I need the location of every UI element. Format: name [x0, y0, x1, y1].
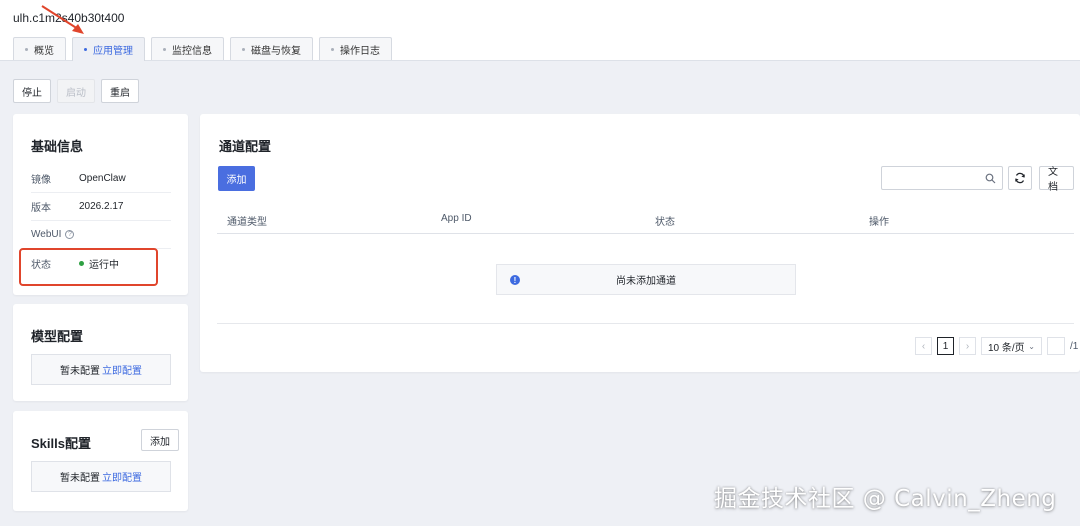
prev-page-button[interactable]: ‹: [915, 337, 932, 355]
page-jump-input[interactable]: [1047, 337, 1065, 355]
basic-info-title: 基础信息: [31, 139, 84, 154]
tab-label: 监控信息: [172, 45, 212, 57]
refresh-icon: [1015, 172, 1025, 184]
page-number-button[interactable]: 1: [937, 337, 954, 355]
chevron-down-icon: ⌄: [1028, 341, 1035, 351]
search-input[interactable]: [881, 166, 1003, 190]
top-bar: ulh.c1m2s40b30t400 概览 应用管理 监控信息 磁盘与恢复 操作…: [0, 0, 1080, 61]
model-empty-text: 暂未配置: [60, 366, 100, 377]
tab-label: 磁盘与恢复: [251, 45, 301, 57]
restart-button[interactable]: 重启: [101, 79, 139, 103]
start-button[interactable]: 启动: [57, 79, 95, 103]
tab-dot: [242, 47, 245, 51]
version-value: 2026.2.17: [79, 201, 124, 212]
webui-label: WebUI: [31, 229, 62, 240]
empty-channels-text: 尚未添加通道: [616, 276, 676, 287]
channel-config-card: 通道配置 添加 文档 通道类型 App ID 状态 操作 ! 尚未添加通道 ‹ …: [200, 114, 1080, 372]
annotation-highlight-box: [19, 248, 158, 286]
column-header: 操作: [869, 217, 889, 228]
channel-config-title: 通道配置: [219, 139, 272, 154]
instance-actions: 停止 启动 重启: [13, 79, 139, 103]
column-header: App ID: [441, 213, 472, 224]
watermark: 掘金技术社区 @ Calvin_Zheng: [714, 486, 1057, 512]
tab-dot: [25, 47, 28, 51]
stop-button[interactable]: 停止: [13, 79, 51, 103]
version-label: 版本: [31, 203, 51, 214]
skills-config-card: Skills配置 添加 暂未配置 立即配置: [13, 411, 188, 511]
add-channel-button[interactable]: 添加: [218, 166, 255, 191]
column-header: 状态: [655, 217, 675, 228]
image-label: 镜像: [31, 175, 51, 186]
tab-dot: [331, 47, 334, 51]
next-page-button[interactable]: ›: [959, 337, 976, 355]
tab-dot: [84, 48, 87, 51]
webui-label-wrap: WebUI ?: [31, 229, 75, 240]
webui-row: WebUI ?: [31, 221, 171, 249]
model-config-title: 模型配置: [31, 329, 84, 344]
tab-disk-recovery[interactable]: 磁盘与恢复: [230, 37, 313, 60]
skills-configure-link[interactable]: 立即配置: [102, 469, 142, 484]
annotation-arrow-icon: [41, 5, 84, 34]
table-divider: [217, 323, 1074, 324]
skills-empty-text: 暂未配置: [60, 473, 100, 484]
skills-config-title: Skills配置: [31, 436, 91, 451]
empty-channels-notice: ! 尚未添加通道: [496, 264, 796, 295]
model-empty-box: 暂未配置 立即配置: [31, 354, 171, 385]
docs-button[interactable]: 文档: [1039, 166, 1074, 193]
model-config-card: 模型配置 暂未配置 立即配置: [13, 304, 188, 401]
skills-empty-box: 暂未配置 立即配置: [31, 461, 171, 492]
search-icon: [985, 173, 996, 184]
skills-add-button[interactable]: 添加: [141, 429, 179, 451]
channel-table-header: 通道类型 App ID 状态 操作: [217, 205, 1074, 234]
tab-app-management[interactable]: 应用管理: [72, 37, 145, 61]
version-row: 版本 2026.2.17: [31, 193, 171, 221]
tab-operation-log[interactable]: 操作日志: [319, 37, 392, 60]
tab-monitoring[interactable]: 监控信息: [151, 37, 224, 60]
tab-bar: 概览 应用管理 监控信息 磁盘与恢复 操作日志: [13, 37, 392, 61]
page-size-value: 10 条/页: [988, 342, 1025, 354]
help-icon[interactable]: ?: [65, 230, 75, 239]
tab-label: 应用管理: [93, 46, 133, 57]
image-value: OpenClaw: [79, 173, 126, 184]
page-size-select[interactable]: 10 条/页 ⌄: [981, 337, 1042, 355]
model-configure-link[interactable]: 立即配置: [102, 362, 142, 377]
tab-label: 操作日志: [340, 45, 380, 57]
column-header: 通道类型: [227, 217, 267, 228]
info-icon: !: [510, 275, 520, 285]
total-pages: /1: [1070, 340, 1079, 352]
image-row: 镜像 OpenClaw: [31, 165, 171, 193]
pagination: ‹ 1 › 10 条/页 ⌄ /1: [915, 337, 1078, 355]
refresh-button[interactable]: [1008, 166, 1032, 190]
tab-label: 概览: [34, 45, 54, 57]
tab-dot: [163, 47, 166, 51]
tab-overview[interactable]: 概览: [13, 37, 66, 60]
